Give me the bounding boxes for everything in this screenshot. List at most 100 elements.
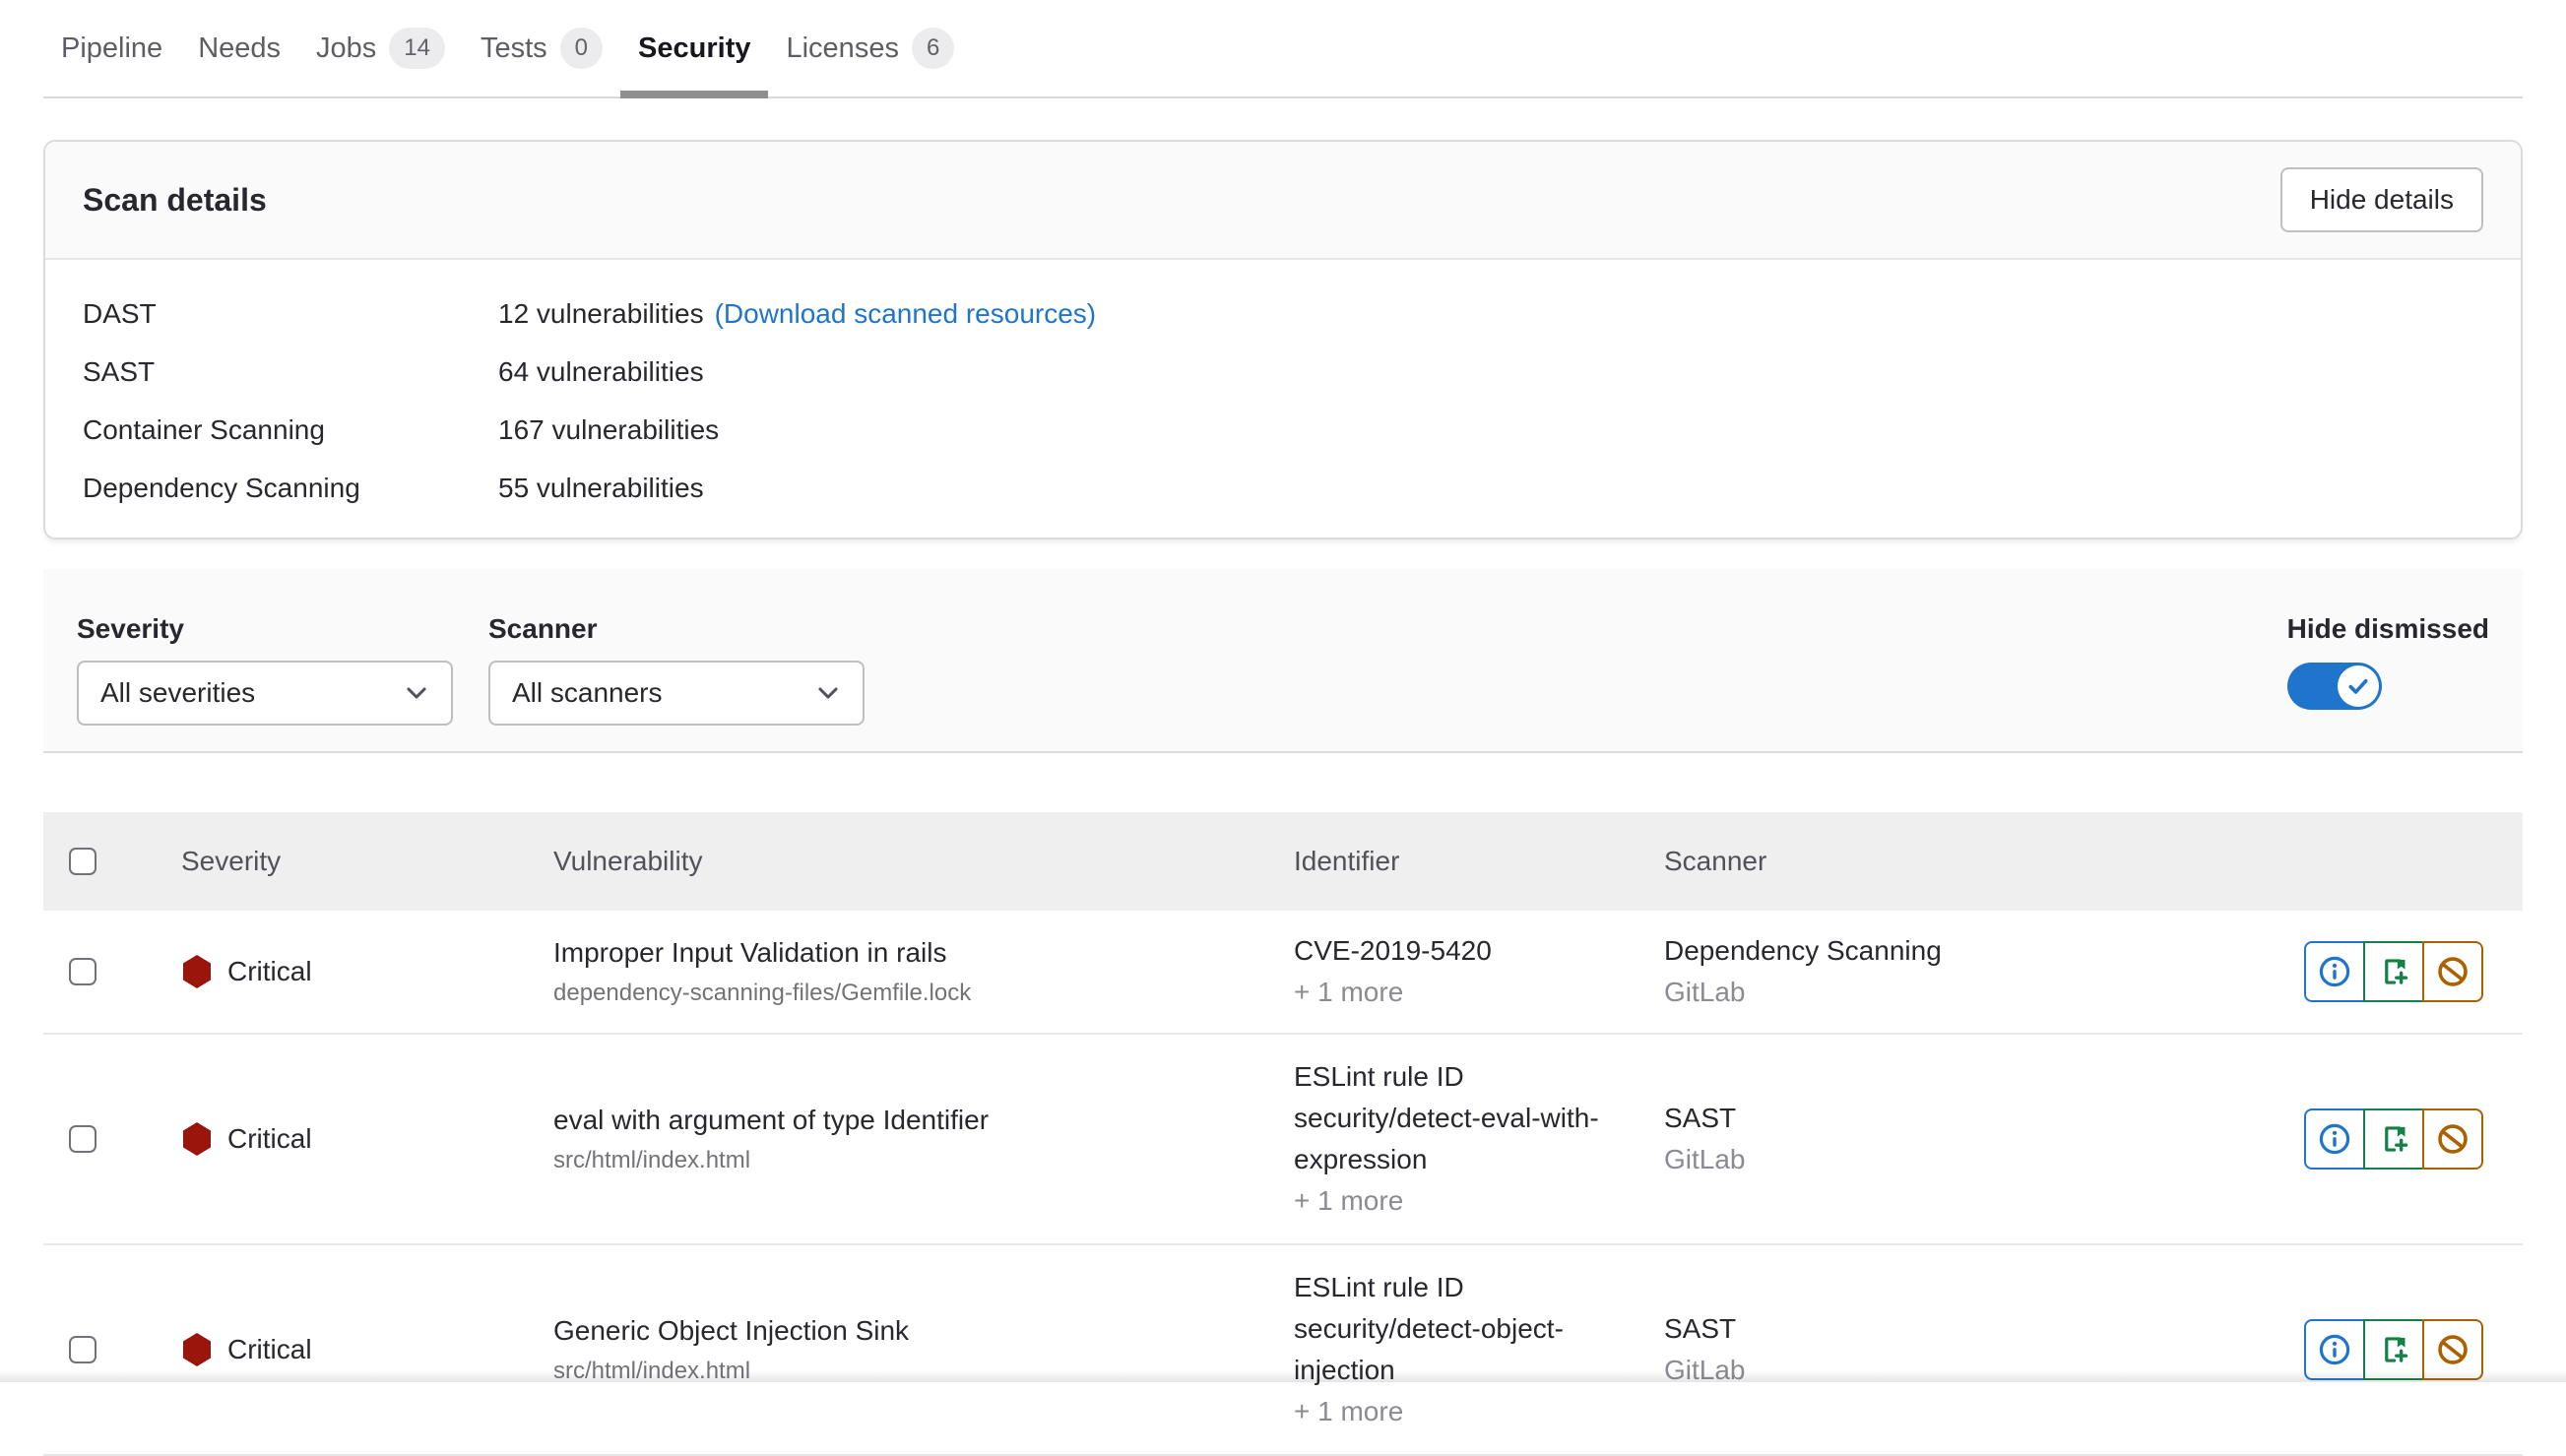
- create-issue-icon: [2377, 1333, 2410, 1366]
- row-checkbox[interactable]: [69, 1125, 96, 1153]
- scanner-name: Dependency Scanning: [1664, 930, 2087, 972]
- scan-count: 64 vulnerabilities: [498, 351, 704, 393]
- table-header-row: Severity Vulnerability Identifier Scanne…: [43, 812, 2523, 911]
- tab-tests[interactable]: Tests 0: [463, 0, 620, 96]
- tab-pipeline[interactable]: Pipeline: [43, 0, 180, 96]
- vulnerability-title-link[interactable]: eval with argument of type Identifier: [553, 1100, 1264, 1141]
- scanner-filter-label: Scanner: [488, 612, 865, 646]
- vulnerability-filter-bar: Severity All severities Scanner All scan…: [43, 569, 2523, 753]
- severity-critical-icon: [181, 1121, 213, 1157]
- table-row: Critical eval with argument of type Iden…: [43, 1035, 2523, 1245]
- information-icon: [2318, 1333, 2351, 1366]
- severity-critical-icon: [181, 1332, 213, 1367]
- create-issue-button[interactable]: [2363, 941, 2424, 1002]
- column-header-vulnerability: Vulnerability: [553, 846, 702, 876]
- chevron-down-icon: [404, 680, 429, 706]
- severity-label: Critical: [227, 956, 312, 987]
- severity-filter-group: Severity All severities: [77, 612, 453, 726]
- dismiss-vulnerability-button[interactable]: [2422, 1108, 2483, 1170]
- scanner-vendor: GitLab: [1664, 1139, 2087, 1180]
- tests-count-badge: 0: [560, 28, 603, 69]
- tab-label: Pipeline: [61, 32, 162, 65]
- hide-dismissed-toggle[interactable]: [2287, 663, 2382, 710]
- column-header-severity: Severity: [181, 846, 281, 877]
- row-action-group: [2304, 1108, 2483, 1170]
- create-issue-icon: [2377, 955, 2410, 988]
- tab-label: Jobs: [316, 32, 376, 65]
- select-all-checkbox[interactable]: [69, 848, 96, 875]
- more-info-button[interactable]: [2304, 1319, 2365, 1380]
- scan-details-header: Scan details Hide details: [45, 142, 2521, 260]
- vulnerability-location: src/html/index.html: [553, 1354, 1264, 1389]
- scan-name: DAST: [83, 293, 498, 335]
- hide-details-button[interactable]: Hide details: [2280, 167, 2483, 232]
- tab-label: Security: [638, 32, 750, 65]
- scan-details-body: DAST 12 vulnerabilities (Download scanne…: [45, 260, 2521, 538]
- column-header-identifier: Identifier: [1294, 846, 1399, 876]
- scan-count: 12 vulnerabilities: [498, 293, 704, 335]
- more-info-button[interactable]: [2304, 1108, 2365, 1170]
- licenses-count-badge: 6: [912, 28, 954, 69]
- more-info-button[interactable]: [2304, 941, 2365, 1002]
- information-icon: [2318, 1122, 2351, 1156]
- tab-label: Tests: [481, 32, 547, 65]
- tab-security[interactable]: Security: [620, 0, 768, 96]
- scan-name: Container Scanning: [83, 410, 498, 451]
- scan-row-sast: SAST 64 vulnerabilities: [83, 351, 2483, 393]
- scan-count: 167 vulnerabilities: [498, 410, 719, 451]
- dismiss-icon: [2436, 1333, 2470, 1366]
- scanner-name: SAST: [1664, 1098, 2087, 1139]
- tab-needs[interactable]: Needs: [180, 0, 298, 96]
- severity-filter-dropdown[interactable]: All severities: [77, 661, 453, 726]
- scan-row-container-scanning: Container Scanning 167 vulnerabilities: [83, 410, 2483, 451]
- severity-label: Critical: [227, 1123, 312, 1155]
- tab-licenses[interactable]: Licenses 6: [768, 0, 972, 96]
- scanner-name: SAST: [1664, 1308, 2087, 1350]
- vulnerability-report-table: Severity Vulnerability Identifier Scanne…: [43, 812, 2523, 1456]
- scan-value: 12 vulnerabilities (Download scanned res…: [498, 293, 1096, 335]
- severity-label: Critical: [227, 1334, 312, 1365]
- table-row: Critical Improper Input Validation in ra…: [43, 911, 2523, 1035]
- vulnerability-location: dependency-scanning-files/Gemfile.lock: [553, 976, 1264, 1011]
- vulnerability-title-link[interactable]: Generic Object Injection Sink: [553, 1310, 1264, 1352]
- scanner-filter-value: All scanners: [512, 677, 663, 709]
- dismiss-icon: [2436, 955, 2470, 988]
- scan-details-title: Scan details: [83, 182, 267, 219]
- jobs-count-badge: 14: [389, 28, 445, 69]
- create-issue-icon: [2377, 1122, 2410, 1156]
- scan-details-card: Scan details Hide details DAST 12 vulner…: [43, 140, 2523, 539]
- table-row: Critical Generic Object Injection Sink s…: [43, 1245, 2523, 1456]
- hide-dismissed-group: Hide dismissed: [2287, 612, 2489, 710]
- download-scanned-resources-link[interactable]: (Download scanned resources): [715, 293, 1097, 335]
- scanner-filter-dropdown[interactable]: All scanners: [488, 661, 865, 726]
- row-action-group: [2304, 941, 2483, 1002]
- dismiss-vulnerability-button[interactable]: [2422, 1319, 2483, 1380]
- severity-filter-value: All severities: [100, 677, 255, 709]
- identifier-more-link[interactable]: + 1 more: [1294, 1391, 1648, 1432]
- tab-jobs[interactable]: Jobs 14: [298, 0, 463, 96]
- tab-label: Licenses: [786, 32, 898, 65]
- identifier-more-link[interactable]: + 1 more: [1294, 972, 1648, 1013]
- severity-filter-label: Severity: [77, 612, 453, 646]
- scanner-vendor: GitLab: [1664, 1350, 2087, 1391]
- severity-critical-icon: [181, 954, 213, 989]
- scan-name: SAST: [83, 351, 498, 393]
- scanner-filter-group: Scanner All scanners: [488, 612, 865, 726]
- vulnerability-title-link[interactable]: Improper Input Validation in rails: [553, 932, 1264, 974]
- dismiss-vulnerability-button[interactable]: [2422, 941, 2483, 1002]
- scan-name: Dependency Scanning: [83, 468, 498, 509]
- column-header-scanner: Scanner: [1664, 846, 1766, 876]
- row-checkbox[interactable]: [69, 1336, 96, 1363]
- row-action-group: [2304, 1319, 2483, 1380]
- identifier-primary: CVE-2019-5420: [1294, 930, 1648, 972]
- identifier-more-link[interactable]: + 1 more: [1294, 1180, 1648, 1222]
- scanner-vendor: GitLab: [1664, 972, 2087, 1013]
- toggle-knob: [2338, 665, 2379, 707]
- chevron-down-icon: [815, 680, 841, 706]
- create-issue-button[interactable]: [2363, 1319, 2424, 1380]
- create-issue-button[interactable]: [2363, 1108, 2424, 1170]
- scan-row-dependency-scanning: Dependency Scanning 55 vulnerabilities: [83, 468, 2483, 509]
- identifier-primary: ESLint rule ID security/detect-object-in…: [1294, 1267, 1648, 1391]
- information-icon: [2318, 955, 2351, 988]
- row-checkbox[interactable]: [69, 958, 96, 985]
